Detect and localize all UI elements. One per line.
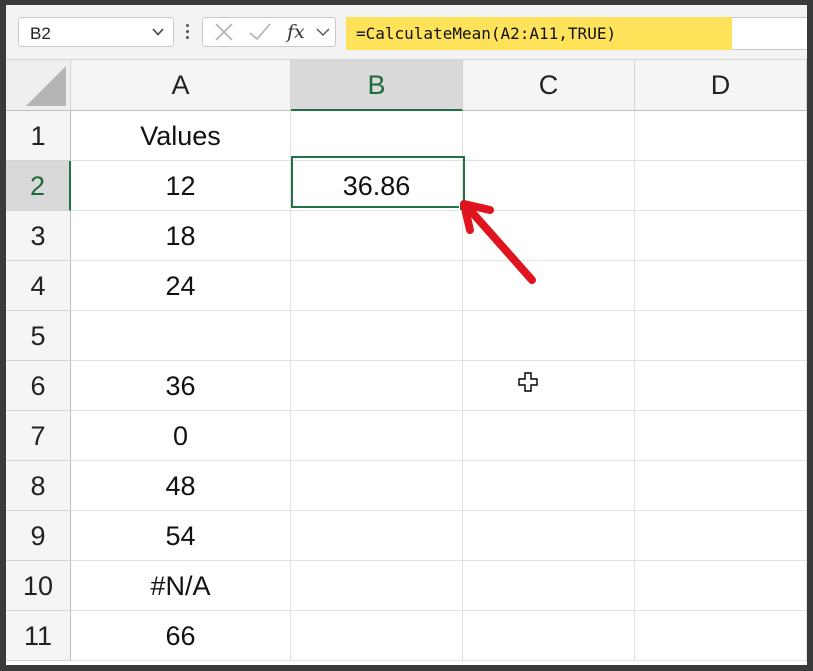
cell-a11[interactable]: 66 xyxy=(71,611,291,661)
formula-text: =CalculateMean(A2:A11,TRUE) xyxy=(356,24,617,43)
cell-a8[interactable]: 48 xyxy=(71,461,291,511)
row-header-11[interactable]: 11 xyxy=(6,611,71,661)
more-options-icon[interactable] xyxy=(182,19,192,45)
column-header-c[interactable]: C xyxy=(463,60,635,111)
chevron-down-icon[interactable] xyxy=(151,25,165,39)
formula-bar-area: B2 fx =CalculateMean(A2:A11,TRUE) xyxy=(6,5,807,60)
red-arrow-icon xyxy=(460,200,536,284)
cell-c6[interactable] xyxy=(463,361,635,411)
formula-input[interactable]: =CalculateMean(A2:A11,TRUE) xyxy=(346,17,732,50)
cell-d11[interactable] xyxy=(635,611,807,661)
insert-function-button[interactable]: fx xyxy=(287,21,305,43)
cell-a6[interactable]: 36 xyxy=(71,361,291,411)
cell-a5[interactable] xyxy=(71,311,291,361)
cell-b6[interactable] xyxy=(291,361,463,411)
cell-b3[interactable] xyxy=(291,211,463,261)
cell-b4[interactable] xyxy=(291,261,463,311)
cell-b1[interactable] xyxy=(291,111,463,161)
cell-c9[interactable] xyxy=(463,511,635,561)
cell-d6[interactable] xyxy=(635,361,807,411)
row-header-2[interactable]: 2 xyxy=(6,161,71,211)
cell-d1[interactable] xyxy=(635,111,807,161)
cell-d10[interactable] xyxy=(635,561,807,611)
cell-c5[interactable] xyxy=(463,311,635,361)
cell-a7[interactable]: 0 xyxy=(71,411,291,461)
cell-d5[interactable] xyxy=(635,311,807,361)
formula-buttons: fx xyxy=(202,17,336,47)
cell-a2[interactable]: 12 xyxy=(71,161,291,211)
cell-b11[interactable] xyxy=(291,611,463,661)
close-icon[interactable] xyxy=(213,18,235,46)
cell-select-cross-icon xyxy=(518,372,538,392)
row-header-4[interactable]: 4 xyxy=(6,261,71,311)
row-header-6[interactable]: 6 xyxy=(6,361,71,411)
cell-b10[interactable] xyxy=(291,561,463,611)
cell-d7[interactable] xyxy=(635,411,807,461)
column-header-a[interactable]: A xyxy=(71,60,291,111)
row-header-5[interactable]: 5 xyxy=(6,311,71,361)
cell-c8[interactable] xyxy=(463,461,635,511)
column-header-b[interactable]: B xyxy=(291,60,463,111)
cell-c7[interactable] xyxy=(463,411,635,461)
active-cell-selection[interactable] xyxy=(291,156,468,211)
cell-b5[interactable] xyxy=(291,311,463,361)
checkmark-icon[interactable] xyxy=(247,18,273,46)
select-all-triangle-icon xyxy=(26,66,66,106)
cell-c11[interactable] xyxy=(463,611,635,661)
cell-b9[interactable] xyxy=(291,511,463,561)
select-all-button[interactable] xyxy=(6,60,71,111)
cell-a3[interactable]: 18 xyxy=(71,211,291,261)
cell-a10[interactable]: #N/A xyxy=(71,561,291,611)
cell-a9[interactable]: 54 xyxy=(71,511,291,561)
cell-a1[interactable]: Values xyxy=(71,111,291,161)
formula-input-extension[interactable] xyxy=(732,17,807,50)
row-header-10[interactable]: 10 xyxy=(6,561,71,611)
row-header-8[interactable]: 8 xyxy=(6,461,71,511)
cell-b7[interactable] xyxy=(291,411,463,461)
name-box-value: B2 xyxy=(30,24,51,43)
row-header-1[interactable]: 1 xyxy=(6,111,71,161)
cell-d9[interactable] xyxy=(635,511,807,561)
cell-d8[interactable] xyxy=(635,461,807,511)
excel-window: B2 fx =CalculateMean(A2:A11,TRUE) A B C … xyxy=(0,0,813,671)
row-header-9[interactable]: 9 xyxy=(6,511,71,561)
chevron-down-icon[interactable] xyxy=(315,18,331,46)
cell-a4[interactable]: 24 xyxy=(71,261,291,311)
cell-b8[interactable] xyxy=(291,461,463,511)
row-header-7[interactable]: 7 xyxy=(6,411,71,461)
name-box[interactable]: B2 xyxy=(18,17,174,47)
row-header-3[interactable]: 3 xyxy=(6,211,71,261)
cell-c10[interactable] xyxy=(463,561,635,611)
cell-c1[interactable] xyxy=(463,111,635,161)
cell-d2[interactable] xyxy=(635,161,807,211)
cell-d4[interactable] xyxy=(635,261,807,311)
column-header-d[interactable]: D xyxy=(635,60,807,111)
cell-d3[interactable] xyxy=(635,211,807,261)
